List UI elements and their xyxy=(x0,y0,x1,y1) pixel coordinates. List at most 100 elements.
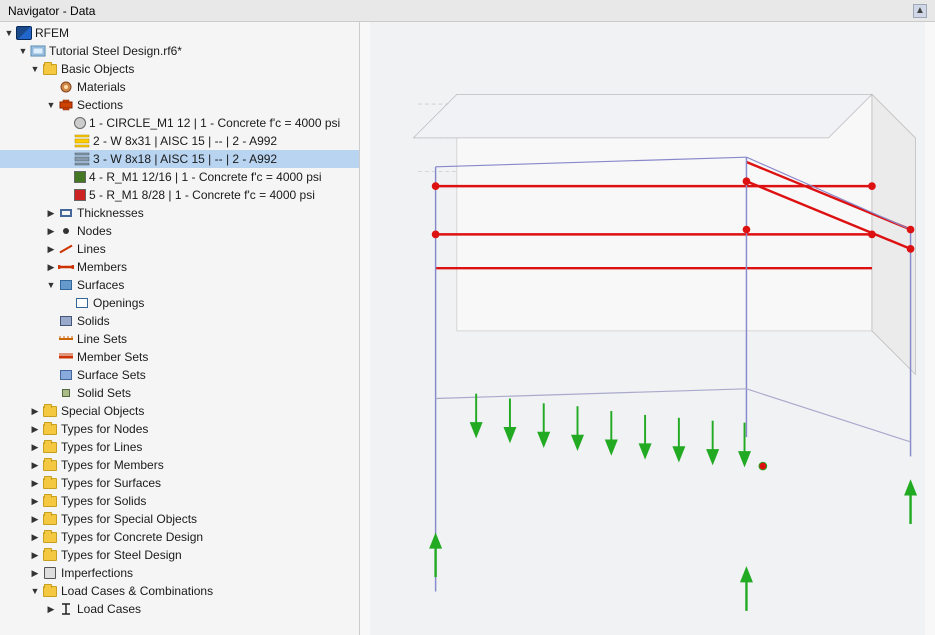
toggle-members[interactable]: ▶ xyxy=(44,260,58,274)
nodes-label: Nodes xyxy=(77,224,112,238)
surfaces-icon xyxy=(58,278,74,292)
section-item-5[interactable]: 5 - R_M1 8/28 | 1 - Concrete f'c = 4000 … xyxy=(0,186,359,204)
tree-item-types-special-objects[interactable]: ▶ Types for Special Objects xyxy=(0,510,359,528)
toggle-nodes[interactable]: ▶ xyxy=(44,224,58,238)
tree-item-types-solids[interactable]: ▶ Types for Solids xyxy=(0,492,359,510)
section-2-label: 2 - W 8x31 | AISC 15 | -- | 2 - A992 xyxy=(93,134,277,148)
types-concrete-folder-icon xyxy=(42,530,58,544)
section-item-3[interactable]: 3 - W 8x18 | AISC 15 | -- | 2 - A992 xyxy=(0,150,359,168)
section-2-icon xyxy=(74,134,90,148)
tree-item-thicknesses[interactable]: ▶ Thicknesses xyxy=(0,204,359,222)
types-lines-folder-icon xyxy=(42,440,58,454)
tree-item-load-cases-combos[interactable]: ▼ Load Cases & Combinations xyxy=(0,582,359,600)
imperfections-label: Imperfections xyxy=(61,566,133,580)
tree-item-types-steel[interactable]: ▶ Types for Steel Design xyxy=(0,546,359,564)
tree-item-openings[interactable]: Openings xyxy=(0,294,359,312)
toggle-types-lines[interactable]: ▶ xyxy=(28,440,42,454)
openings-label: Openings xyxy=(93,296,144,310)
load-cases-combos-label: Load Cases & Combinations xyxy=(61,584,213,598)
toggle-thicknesses[interactable]: ▶ xyxy=(44,206,58,220)
line-sets-label: Line Sets xyxy=(77,332,127,346)
section-item-2[interactable]: 2 - W 8x31 | AISC 15 | -- | 2 - A992 xyxy=(0,132,359,150)
tree-item-members[interactable]: ▶ Members xyxy=(0,258,359,276)
3d-viewport[interactable] xyxy=(360,22,935,635)
toggle-types-concrete[interactable]: ▶ xyxy=(28,530,42,544)
tree-item-rfem[interactable]: ▼ RFEM xyxy=(0,24,359,42)
members-icon xyxy=(58,260,74,274)
line-sets-icon xyxy=(58,332,74,346)
project-label: Tutorial Steel Design.rf6* xyxy=(49,44,182,58)
sections-icon xyxy=(58,98,74,112)
special-objects-label: Special Objects xyxy=(61,404,144,418)
nav-tree[interactable]: ▼ RFEM ▼ Tutorial Steel Design.rf6* ▼ Ba… xyxy=(0,22,359,635)
types-surfaces-label: Types for Surfaces xyxy=(61,476,161,490)
scroll-up-button[interactable]: ▲ xyxy=(913,4,927,18)
sections-label: Sections xyxy=(77,98,123,112)
toggle-project[interactable]: ▼ xyxy=(16,44,30,58)
lines-label: Lines xyxy=(77,242,106,256)
tree-item-sections[interactable]: ▼ Sections xyxy=(0,96,359,114)
materials-label: Materials xyxy=(77,80,126,94)
toggle-sections[interactable]: ▼ xyxy=(44,98,58,112)
toggle-types-nodes[interactable]: ▶ xyxy=(28,422,42,436)
section-5-swatch xyxy=(74,189,86,201)
section-item-1[interactable]: 1 - CIRCLE_M1 12 | 1 - Concrete f'c = 40… xyxy=(0,114,359,132)
surface-sets-label: Surface Sets xyxy=(77,368,146,382)
tree-item-materials[interactable]: Materials xyxy=(0,78,359,96)
tree-item-types-lines[interactable]: ▶ Types for Lines xyxy=(0,438,359,456)
toggle-types-steel[interactable]: ▶ xyxy=(28,548,42,562)
tree-item-basic-objects[interactable]: ▼ Basic Objects xyxy=(0,60,359,78)
tree-item-line-sets[interactable]: Line Sets xyxy=(0,330,359,348)
toggle-special-objects[interactable]: ▶ xyxy=(28,404,42,418)
types-special-objects-label: Types for Special Objects xyxy=(61,512,197,526)
toggle-load-cases-combos[interactable]: ▼ xyxy=(28,584,42,598)
member-sets-icon xyxy=(58,350,74,364)
tree-item-surfaces[interactable]: ▼ Surfaces xyxy=(0,276,359,294)
toggle-basic-objects[interactable]: ▼ xyxy=(28,62,42,76)
special-objects-folder-icon xyxy=(42,404,58,418)
solid-sets-icon xyxy=(58,386,74,400)
window-title-text: Navigator - Data xyxy=(8,4,95,18)
tree-item-solid-sets[interactable]: Solid Sets xyxy=(0,384,359,402)
tree-item-surface-sets[interactable]: Surface Sets xyxy=(0,366,359,384)
section-item-4[interactable]: 4 - R_M1 12/16 | 1 - Concrete f'c = 4000… xyxy=(0,168,359,186)
tree-item-types-members[interactable]: ▶ Types for Members xyxy=(0,456,359,474)
toggle-imperfections[interactable]: ▶ xyxy=(28,566,42,580)
toggle-surfaces[interactable]: ▼ xyxy=(44,278,58,292)
window-title-bar: Navigator - Data ▲ xyxy=(0,0,935,22)
members-label: Members xyxy=(77,260,127,274)
toggle-types-members[interactable]: ▶ xyxy=(28,458,42,472)
section-5-label: 5 - R_M1 8/28 | 1 - Concrete f'c = 4000 … xyxy=(89,188,315,202)
toggle-types-solids[interactable]: ▶ xyxy=(28,494,42,508)
surface-sets-icon xyxy=(58,368,74,382)
tree-item-types-surfaces[interactable]: ▶ Types for Surfaces xyxy=(0,474,359,492)
materials-icon xyxy=(58,80,74,94)
tree-item-lines[interactable]: ▶ Lines xyxy=(0,240,359,258)
section-3-icon xyxy=(74,152,90,166)
types-solids-label: Types for Solids xyxy=(61,494,146,508)
types-members-label: Types for Members xyxy=(61,458,164,472)
openings-icon xyxy=(74,296,90,310)
types-members-folder-icon xyxy=(42,458,58,472)
toggle-types-surfaces[interactable]: ▶ xyxy=(28,476,42,490)
tree-item-types-nodes[interactable]: ▶ Types for Nodes xyxy=(0,420,359,438)
imperfections-icon xyxy=(42,566,58,580)
tree-item-nodes[interactable]: ▶ Nodes xyxy=(0,222,359,240)
toggle-types-special-objects[interactable]: ▶ xyxy=(28,512,42,526)
types-surfaces-folder-icon xyxy=(42,476,58,490)
tree-item-project[interactable]: ▼ Tutorial Steel Design.rf6* xyxy=(0,42,359,60)
main-content: ▼ RFEM ▼ Tutorial Steel Design.rf6* ▼ Ba… xyxy=(0,22,935,635)
tree-item-imperfections[interactable]: ▶ Imperfections xyxy=(0,564,359,582)
basic-objects-label: Basic Objects xyxy=(61,62,134,76)
tree-item-special-objects[interactable]: ▶ Special Objects xyxy=(0,402,359,420)
toggle-load-cases[interactable]: ▶ xyxy=(44,602,58,616)
tree-item-types-concrete[interactable]: ▶ Types for Concrete Design xyxy=(0,528,359,546)
tree-item-member-sets[interactable]: Member Sets xyxy=(0,348,359,366)
tree-item-solids[interactable]: Solids xyxy=(0,312,359,330)
rfem-icon xyxy=(16,26,32,40)
toggle-rfem[interactable]: ▼ xyxy=(2,26,16,40)
navigator-panel: ▼ RFEM ▼ Tutorial Steel Design.rf6* ▼ Ba… xyxy=(0,22,360,635)
toggle-lines[interactable]: ▶ xyxy=(44,242,58,256)
section-3-label: 3 - W 8x18 | AISC 15 | -- | 2 - A992 xyxy=(93,152,277,166)
tree-item-load-cases[interactable]: ▶ Load Cases xyxy=(0,600,359,618)
